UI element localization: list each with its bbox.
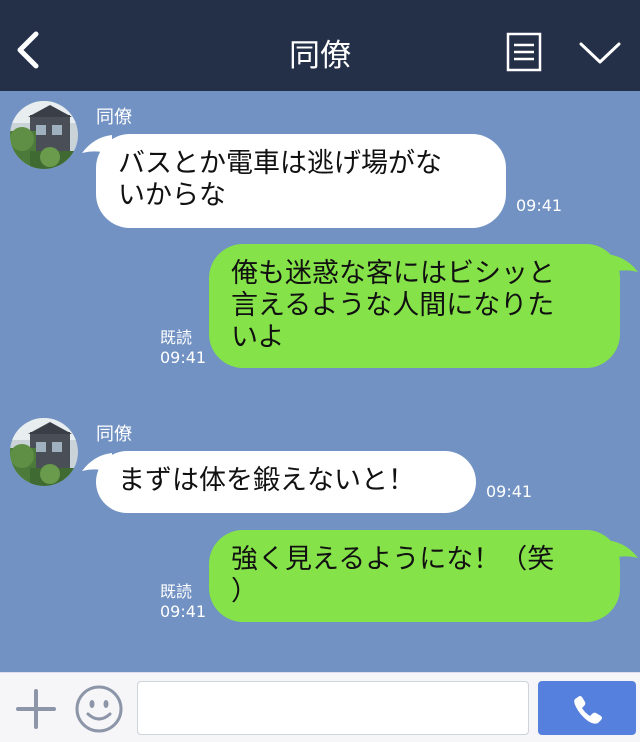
message-bubble[interactable]: バスとか電車は逃げ場がな いからな [96,134,506,228]
avatar-image [10,418,78,486]
message-line: いよ [231,322,285,353]
message-input[interactable] [137,681,529,735]
message-time: 09:41 [160,602,207,621]
sender-name: 同僚 [96,424,132,445]
chat-area[interactable]: 同僚 バスとか電車は逃げ場がな いからな 09:41 既読 09:41 俺も迷惑… [0,91,640,672]
phone-icon [574,696,602,724]
read-receipt: 既読 [160,328,193,347]
message-line: 強く見えるようにな！（笑 [231,544,555,575]
message-line: 俺も迷惑な客にはビシッと [231,258,555,289]
message-input-bar [0,672,640,742]
message-line: バスとか電車は逃げ場がな [118,148,442,179]
message-bubble[interactable]: 俺も迷惑な客にはビシッと 言えるような人間になりた いよ [209,244,620,368]
read-receipt: 既読 [160,582,193,601]
chat-header: 同僚 [0,0,640,91]
emoji-icon[interactable] [74,684,124,734]
menu-icon[interactable] [506,32,542,72]
bubble-tail [606,540,638,560]
message-line: 言えるような人間になりた [231,290,555,321]
call-button[interactable] [538,681,636,735]
chevron-down-icon[interactable] [578,38,622,68]
message-bubble[interactable]: まずは体を鍛えないと！ [96,451,476,513]
message-time: 09:41 [160,348,207,367]
message-line: いからな [118,180,226,211]
message-time: 09:41 [486,482,533,501]
message-bubble[interactable]: 強く見えるようにな！（笑 ） [209,530,620,622]
avatar[interactable] [10,101,78,169]
sender-name: 同僚 [96,107,132,128]
plus-icon[interactable] [14,687,58,731]
avatar-image [10,101,78,169]
avatar[interactable] [10,418,78,486]
message-line: まずは体を鍛えないと！ [118,465,415,496]
message-line: ） [231,576,258,607]
bubble-tail [606,254,638,274]
message-time: 09:41 [516,196,563,215]
chat-title: 同僚 [289,38,351,74]
